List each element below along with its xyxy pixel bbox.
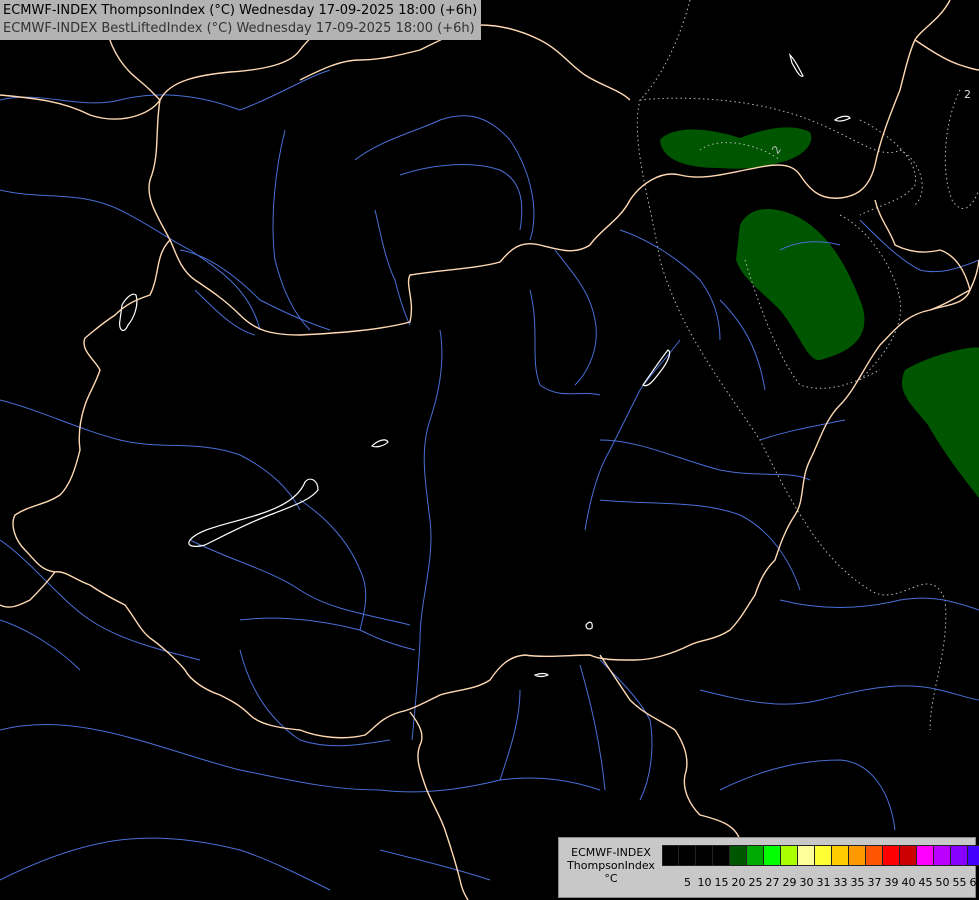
legend-swatch <box>934 845 951 866</box>
legend-swatch <box>747 845 764 866</box>
legend-tick-label: 15 <box>714 876 729 889</box>
legend-swatch <box>849 845 866 866</box>
legend-swatch <box>832 845 849 866</box>
legend-swatches <box>662 845 979 866</box>
legend-swatch <box>679 845 696 866</box>
legend-swatch <box>900 845 917 866</box>
legend-swatch <box>730 845 747 866</box>
legend-tick-label: 20 <box>731 876 746 889</box>
legend-swatch <box>764 845 781 866</box>
legend-tick-label: 5 <box>684 876 691 889</box>
legend-tick-label: 25 <box>748 876 763 889</box>
legend-tick-label: 39 <box>884 876 899 889</box>
legend-tick-label: 55 <box>952 876 967 889</box>
legend-swatch <box>951 845 968 866</box>
legend-parameter: ThompsonIndex <box>567 859 655 872</box>
color-legend: ECMWF-INDEX ThompsonIndex °C 5 10 15 20 25 27… <box>558 837 979 898</box>
legend-swatch <box>662 845 679 866</box>
legend-unit: °C <box>604 872 618 885</box>
contour-label-northeast: 2 <box>964 88 971 101</box>
legend-swatch <box>883 845 900 866</box>
legend-tick-label: 10 <box>697 876 712 889</box>
weather-map: 2 2 <box>0 0 979 900</box>
legend-tick-label: 31 <box>816 876 831 889</box>
legend-tick-label: 45 <box>918 876 933 889</box>
legend-swatch <box>798 845 815 866</box>
title-best-lifted-index: ECMWF-INDEX BestLiftedIndex (°C) Wednesd… <box>3 21 475 36</box>
legend-swatch <box>713 845 730 866</box>
legend-swatch <box>866 845 883 866</box>
legend-tick-label: 33 <box>833 876 848 889</box>
legend-tick-label: 35 <box>850 876 865 889</box>
legend-tick-label: 29 <box>782 876 797 889</box>
legend-swatch <box>815 845 832 866</box>
legend-ticks: 5 1015202527293031333537394045505560 <box>662 876 979 889</box>
map-background <box>0 0 979 900</box>
legend-model: ECMWF-INDEX <box>571 846 651 859</box>
legend-tick-label: 60 <box>969 876 979 889</box>
title-thompson-index: ECMWF-INDEX ThompsonIndex (°C) Wednesday… <box>3 3 478 18</box>
legend-swatch <box>781 845 798 866</box>
legend-tick-label: 37 <box>867 876 882 889</box>
legend-swatch <box>696 845 713 866</box>
legend-tick-label: 27 <box>765 876 780 889</box>
legend-tick-spacer <box>662 876 679 889</box>
legend-tick-label: 50 <box>935 876 950 889</box>
map-title-box: ECMWF-INDEX ThompsonIndex (°C) Wednesday… <box>0 0 482 40</box>
legend-title: ECMWF-INDEX ThompsonIndex °C <box>563 846 659 885</box>
legend-tick-label: 40 <box>901 876 916 889</box>
legend-tick-label: 30 <box>799 876 814 889</box>
legend-swatch <box>968 845 979 866</box>
legend-swatch <box>917 845 934 866</box>
